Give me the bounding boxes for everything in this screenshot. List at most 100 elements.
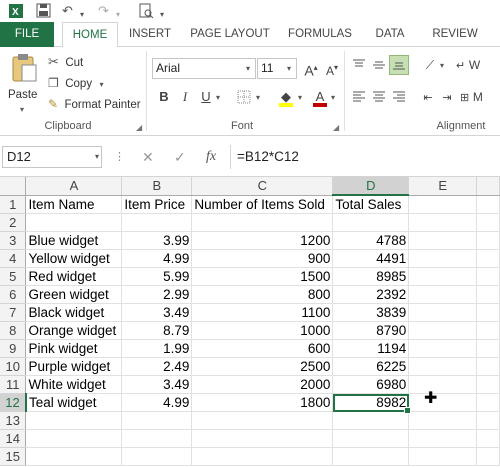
cell-e3[interactable] [408, 231, 478, 250]
cell-c11[interactable]: 2000 [191, 375, 334, 394]
cell-f9[interactable] [476, 339, 500, 358]
align-middle-button[interactable] [369, 55, 389, 75]
cell-e2[interactable] [408, 213, 478, 232]
cell-c10[interactable]: 2500 [191, 357, 334, 376]
cell-f11[interactable] [476, 375, 500, 394]
row-header[interactable]: 10 [0, 357, 27, 376]
row-header[interactable]: 15 [0, 447, 27, 466]
tab-data[interactable]: DATA [368, 22, 412, 47]
cell-f5[interactable] [476, 267, 500, 286]
format-painter-button[interactable]: ✎ Format Painter [48, 95, 141, 113]
cell-c3[interactable]: 1200 [191, 231, 334, 250]
cell-d5[interactable]: 8985 [332, 267, 410, 286]
cell-e8[interactable] [408, 321, 478, 340]
cell-d6[interactable]: 2392 [332, 285, 410, 304]
row-header[interactable]: 1 [0, 195, 27, 214]
cell-b9[interactable]: 1.99 [121, 339, 193, 358]
align-bottom-button[interactable] [389, 55, 409, 75]
cell-e14[interactable] [408, 429, 478, 448]
italic-button[interactable]: I [175, 87, 195, 107]
cell-d8[interactable]: 8790 [332, 321, 410, 340]
cell-a15[interactable] [25, 447, 123, 466]
tab-file[interactable]: FILE [0, 22, 54, 47]
cell-b4[interactable]: 4.99 [121, 249, 193, 268]
cell-c13[interactable] [191, 411, 334, 430]
cell-a10[interactable]: Purple widget [25, 357, 123, 376]
wrap-text-button[interactable]: ↵ W [456, 55, 500, 75]
redo-icon[interactable]: ↷ [98, 3, 109, 19]
cell-a7[interactable]: Black widget [25, 303, 123, 322]
row-header[interactable]: 12 [0, 393, 27, 412]
cell-a5[interactable]: Red widget [25, 267, 123, 286]
cell-a1[interactable]: Item Name [25, 195, 123, 214]
cell-c8[interactable]: 1000 [191, 321, 334, 340]
column-header-c[interactable]: C [191, 177, 334, 196]
align-top-button[interactable] [349, 55, 369, 75]
cell-c7[interactable]: 1100 [191, 303, 334, 322]
borders-button[interactable] [234, 87, 254, 107]
row-header[interactable]: 3 [0, 231, 27, 250]
underline-dropdown-icon[interactable]: ▾ [216, 93, 220, 102]
cell-f2[interactable] [476, 213, 500, 232]
cell-b3[interactable]: 3.99 [121, 231, 193, 250]
cell-d2[interactable] [332, 213, 410, 232]
cell-e13[interactable] [408, 411, 478, 430]
column-header-a[interactable]: A [25, 177, 123, 196]
cell-b13[interactable] [121, 411, 193, 430]
decrease-indent-button[interactable]: ⇤ [418, 87, 438, 107]
column-header-f[interactable] [476, 177, 500, 196]
font-name-select[interactable]: Arial ▾ [152, 58, 256, 79]
cell-d11[interactable]: 6980 [332, 375, 410, 394]
align-right-button[interactable] [389, 87, 409, 107]
row-header[interactable]: 14 [0, 429, 27, 448]
customize-toolbar-icon[interactable]: ▾ [160, 7, 164, 23]
cell-f7[interactable] [476, 303, 500, 322]
tab-page-layout[interactable]: PAGE LAYOUT [186, 22, 274, 47]
row-header[interactable]: 7 [0, 303, 27, 322]
cell-f4[interactable] [476, 249, 500, 268]
cell-b8[interactable]: 8.79 [121, 321, 193, 340]
cell-d9[interactable]: 1194 [332, 339, 410, 358]
row-header[interactable]: 13 [0, 411, 27, 430]
underline-button[interactable]: U [196, 87, 216, 107]
cell-b15[interactable] [121, 447, 193, 466]
column-header-e[interactable]: E [408, 177, 478, 196]
borders-dropdown-icon[interactable]: ▾ [256, 93, 260, 102]
cut-button[interactable]: ✂ Cut [48, 53, 83, 71]
fill-color-button[interactable]: ◆ [276, 87, 296, 107]
column-header-b[interactable]: B [121, 177, 193, 196]
cell-a14[interactable] [25, 429, 123, 448]
cell-f6[interactable] [476, 285, 500, 304]
cell-e12[interactable] [408, 393, 478, 412]
font-color-dropdown-icon[interactable]: ▾ [331, 93, 335, 102]
column-header-d[interactable]: D [332, 177, 410, 196]
cell-e1[interactable] [408, 195, 478, 214]
cell-a9[interactable]: Pink widget [25, 339, 123, 358]
grow-font-button[interactable]: A▴ [301, 58, 321, 79]
cell-b1[interactable]: Item Price [121, 195, 193, 214]
redo-dropdown-icon[interactable]: ▾ [116, 7, 120, 23]
font-color-button[interactable]: A [310, 87, 330, 107]
paste-button[interactable]: Paste ▾ [4, 53, 44, 114]
worksheet-grid[interactable]: A B C D E 1 Item Name Item Price Number of … [0, 177, 500, 467]
cell-d15[interactable] [332, 447, 410, 466]
enter-icon[interactable]: ✓ [174, 147, 186, 167]
cell-a8[interactable]: Orange widget [25, 321, 123, 340]
row-header[interactable]: 8 [0, 321, 27, 340]
fill-color-dropdown-icon[interactable]: ▾ [298, 93, 302, 102]
cell-d14[interactable] [332, 429, 410, 448]
row-header[interactable]: 2 [0, 213, 27, 232]
cell-e11[interactable] [408, 375, 478, 394]
cell-d7[interactable]: 3839 [332, 303, 410, 322]
tab-insert[interactable]: INSERT [124, 22, 176, 47]
clipboard-launcher-icon[interactable]: ◢ [136, 123, 142, 132]
font-launcher-icon[interactable]: ◢ [333, 123, 339, 132]
cell-d4[interactable]: 4491 [332, 249, 410, 268]
undo-icon[interactable]: ↶ [62, 3, 73, 19]
cell-b7[interactable]: 3.49 [121, 303, 193, 322]
cell-a13[interactable] [25, 411, 123, 430]
cell-d12[interactable]: 8982 [332, 393, 411, 414]
cell-e9[interactable] [408, 339, 478, 358]
cell-c15[interactable] [191, 447, 334, 466]
cell-f3[interactable] [476, 231, 500, 250]
